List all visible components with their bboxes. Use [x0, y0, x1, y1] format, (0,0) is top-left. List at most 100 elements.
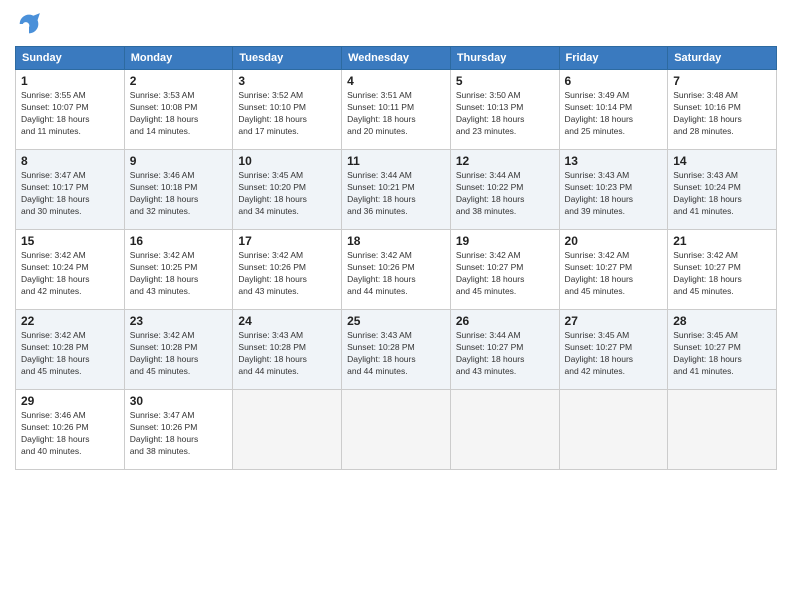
calendar-cell: 4 Sunrise: 3:51 AM Sunset: 10:11 PM Dayl…: [342, 70, 451, 150]
daylight-label: Daylight: 18 hours: [673, 274, 742, 284]
header-day-wednesday: Wednesday: [342, 47, 451, 70]
daylight-detail: and 42 minutes.: [565, 366, 625, 376]
day-info: Sunrise: 3:45 AM Sunset: 10:27 PM Daylig…: [673, 330, 771, 378]
day-info: Sunrise: 3:43 AM Sunset: 10:28 PM Daylig…: [347, 330, 445, 378]
day-number: 3: [238, 74, 336, 88]
daylight-detail: and 45 minutes.: [673, 286, 733, 296]
calendar-cell: 1 Sunrise: 3:55 AM Sunset: 10:07 PM Dayl…: [16, 70, 125, 150]
header-day-saturday: Saturday: [668, 47, 777, 70]
daylight-label: Daylight: 18 hours: [456, 354, 525, 364]
day-info: Sunrise: 3:50 AM Sunset: 10:13 PM Daylig…: [456, 90, 554, 138]
daylight-label: Daylight: 18 hours: [673, 114, 742, 124]
sunset-label: Sunset: 10:28 PM: [21, 342, 89, 352]
calendar-cell: 6 Sunrise: 3:49 AM Sunset: 10:14 PM Dayl…: [559, 70, 668, 150]
page: SundayMondayTuesdayWednesdayThursdayFrid…: [0, 0, 792, 612]
sunrise-label: Sunrise: 3:53 AM: [130, 90, 195, 100]
sunset-label: Sunset: 10:23 PM: [565, 182, 633, 192]
daylight-label: Daylight: 18 hours: [456, 274, 525, 284]
daylight-label: Daylight: 18 hours: [238, 274, 307, 284]
daylight-label: Daylight: 18 hours: [238, 114, 307, 124]
daylight-detail: and 38 minutes.: [456, 206, 516, 216]
daylight-detail: and 41 minutes.: [673, 366, 733, 376]
calendar-table: SundayMondayTuesdayWednesdayThursdayFrid…: [15, 46, 777, 470]
day-number: 17: [238, 234, 336, 248]
sunset-label: Sunset: 10:14 PM: [565, 102, 633, 112]
calendar-week-2: 8 Sunrise: 3:47 AM Sunset: 10:17 PM Dayl…: [16, 150, 777, 230]
day-number: 10: [238, 154, 336, 168]
day-number: 26: [456, 314, 554, 328]
calendar-cell: [668, 390, 777, 470]
daylight-label: Daylight: 18 hours: [21, 434, 90, 444]
calendar-cell: 10 Sunrise: 3:45 AM Sunset: 10:20 PM Day…: [233, 150, 342, 230]
daylight-detail: and 17 minutes.: [238, 126, 298, 136]
calendar-cell: 18 Sunrise: 3:42 AM Sunset: 10:26 PM Day…: [342, 230, 451, 310]
daylight-detail: and 38 minutes.: [130, 446, 190, 456]
day-info: Sunrise: 3:44 AM Sunset: 10:27 PM Daylig…: [456, 330, 554, 378]
daylight-label: Daylight: 18 hours: [21, 114, 90, 124]
day-number: 24: [238, 314, 336, 328]
header-day-friday: Friday: [559, 47, 668, 70]
calendar-cell: 5 Sunrise: 3:50 AM Sunset: 10:13 PM Dayl…: [450, 70, 559, 150]
sunrise-label: Sunrise: 3:50 AM: [456, 90, 521, 100]
sunset-label: Sunset: 10:27 PM: [673, 262, 741, 272]
sunset-label: Sunset: 10:26 PM: [21, 422, 89, 432]
daylight-detail: and 44 minutes.: [347, 286, 407, 296]
day-info: Sunrise: 3:42 AM Sunset: 10:28 PM Daylig…: [130, 330, 228, 378]
header-day-sunday: Sunday: [16, 47, 125, 70]
sunrise-label: Sunrise: 3:42 AM: [565, 250, 630, 260]
calendar-body: 1 Sunrise: 3:55 AM Sunset: 10:07 PM Dayl…: [16, 70, 777, 470]
day-number: 5: [456, 74, 554, 88]
day-info: Sunrise: 3:44 AM Sunset: 10:21 PM Daylig…: [347, 170, 445, 218]
header-day-monday: Monday: [124, 47, 233, 70]
day-number: 4: [347, 74, 445, 88]
sunrise-label: Sunrise: 3:42 AM: [21, 330, 86, 340]
calendar-cell: [559, 390, 668, 470]
day-info: Sunrise: 3:45 AM Sunset: 10:27 PM Daylig…: [565, 330, 663, 378]
daylight-detail: and 40 minutes.: [21, 446, 81, 456]
day-info: Sunrise: 3:53 AM Sunset: 10:08 PM Daylig…: [130, 90, 228, 138]
day-info: Sunrise: 3:47 AM Sunset: 10:17 PM Daylig…: [21, 170, 119, 218]
daylight-detail: and 11 minutes.: [21, 126, 81, 136]
calendar-cell: 15 Sunrise: 3:42 AM Sunset: 10:24 PM Day…: [16, 230, 125, 310]
day-number: 2: [130, 74, 228, 88]
sunset-label: Sunset: 10:26 PM: [130, 422, 198, 432]
sunset-label: Sunset: 10:10 PM: [238, 102, 306, 112]
sunrise-label: Sunrise: 3:47 AM: [21, 170, 86, 180]
calendar-cell: 7 Sunrise: 3:48 AM Sunset: 10:16 PM Dayl…: [668, 70, 777, 150]
daylight-label: Daylight: 18 hours: [565, 114, 634, 124]
sunset-label: Sunset: 10:24 PM: [673, 182, 741, 192]
sunrise-label: Sunrise: 3:42 AM: [130, 330, 195, 340]
sunset-label: Sunset: 10:27 PM: [456, 262, 524, 272]
sunset-label: Sunset: 10:18 PM: [130, 182, 198, 192]
daylight-label: Daylight: 18 hours: [238, 194, 307, 204]
day-info: Sunrise: 3:42 AM Sunset: 10:26 PM Daylig…: [238, 250, 336, 298]
daylight-detail: and 45 minutes.: [456, 286, 516, 296]
daylight-label: Daylight: 18 hours: [130, 194, 199, 204]
sunrise-label: Sunrise: 3:46 AM: [21, 410, 86, 420]
daylight-label: Daylight: 18 hours: [130, 114, 199, 124]
sunrise-label: Sunrise: 3:42 AM: [130, 250, 195, 260]
logo: [15, 10, 47, 38]
day-number: 14: [673, 154, 771, 168]
daylight-label: Daylight: 18 hours: [673, 194, 742, 204]
calendar-week-5: 29 Sunrise: 3:46 AM Sunset: 10:26 PM Day…: [16, 390, 777, 470]
calendar-cell: 2 Sunrise: 3:53 AM Sunset: 10:08 PM Dayl…: [124, 70, 233, 150]
sunset-label: Sunset: 10:22 PM: [456, 182, 524, 192]
daylight-label: Daylight: 18 hours: [130, 434, 199, 444]
daylight-label: Daylight: 18 hours: [565, 194, 634, 204]
daylight-detail: and 39 minutes.: [565, 206, 625, 216]
sunrise-label: Sunrise: 3:44 AM: [456, 330, 521, 340]
day-number: 7: [673, 74, 771, 88]
calendar-cell: 14 Sunrise: 3:43 AM Sunset: 10:24 PM Day…: [668, 150, 777, 230]
daylight-detail: and 43 minutes.: [130, 286, 190, 296]
sunset-label: Sunset: 10:08 PM: [130, 102, 198, 112]
calendar-cell: 29 Sunrise: 3:46 AM Sunset: 10:26 PM Day…: [16, 390, 125, 470]
daylight-label: Daylight: 18 hours: [565, 274, 634, 284]
day-info: Sunrise: 3:44 AM Sunset: 10:22 PM Daylig…: [456, 170, 554, 218]
day-number: 18: [347, 234, 445, 248]
calendar-cell: 16 Sunrise: 3:42 AM Sunset: 10:25 PM Day…: [124, 230, 233, 310]
sunset-label: Sunset: 10:27 PM: [673, 342, 741, 352]
daylight-label: Daylight: 18 hours: [565, 354, 634, 364]
sunset-label: Sunset: 10:26 PM: [347, 262, 415, 272]
day-number: 30: [130, 394, 228, 408]
